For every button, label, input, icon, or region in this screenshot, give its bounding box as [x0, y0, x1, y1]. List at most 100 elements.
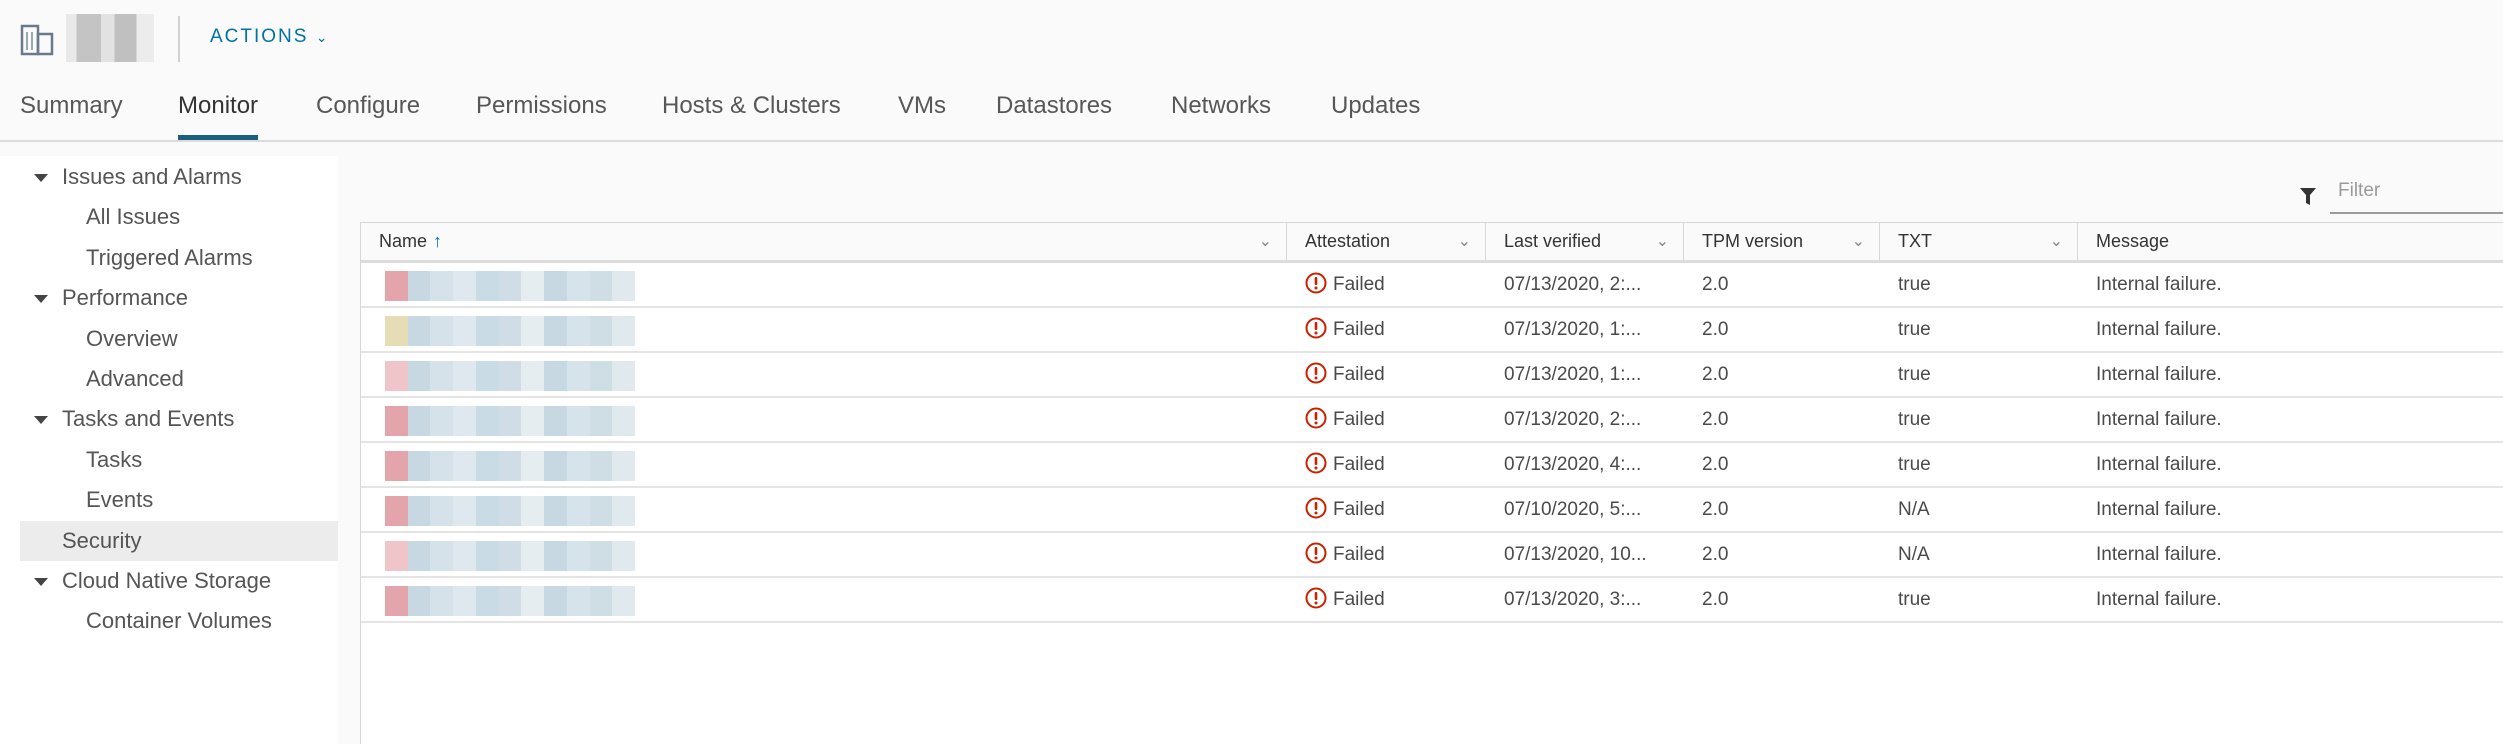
error-icon [1305, 362, 1327, 384]
tab-hosts-clusters[interactable]: Hosts & Clusters [662, 92, 841, 140]
column-label: Name [379, 231, 428, 251]
attestation-status: Failed [1333, 319, 1385, 340]
column-label: TPM version [1702, 231, 1804, 251]
sidebar-item-label: Issues and Alarms [62, 164, 242, 189]
sidebar-item-security[interactable]: Security [20, 520, 338, 561]
sidebar-item-label: Overview [86, 325, 178, 351]
chevron-down-icon[interactable]: ⌄ [2050, 223, 2063, 260]
filter-input[interactable] [2330, 176, 2490, 206]
caret-down-icon[interactable] [34, 416, 48, 425]
tab-configure[interactable]: Configure [316, 92, 420, 140]
error-icon [1305, 407, 1327, 429]
host-name-redacted[interactable] [385, 271, 636, 301]
txt-cell: true [1898, 589, 1931, 610]
sidebar-item-triggered-alarms[interactable]: Triggered Alarms [0, 238, 338, 278]
chevron-down-icon[interactable]: ⌄ [1259, 223, 1272, 260]
security-panel: Name↑ ⌄ Attestation ⌄ Last verified ⌄ TPM v… [360, 156, 2503, 744]
host-name-redacted[interactable] [385, 586, 636, 616]
caret-down-icon[interactable] [34, 295, 48, 304]
divider [178, 16, 180, 62]
table-row[interactable]: Failed 07/13/2020, 2:... 2.0 true Internal f… [361, 263, 2503, 308]
chevron-down-icon[interactable]: ⌄ [1656, 223, 1669, 260]
column-header-attestation[interactable]: Attestation ⌄ [1287, 223, 1486, 260]
tab-networks[interactable]: Networks [1171, 92, 1271, 140]
sidebar-item-overview[interactable]: Overview [0, 319, 338, 359]
table-header: Name ↑ ⌄ Attestation ⌄ Last verified ⌄ TPM v… [361, 223, 2503, 263]
attestation-cell: Failed [1287, 263, 1385, 306]
sidebar-item-label: Advanced [86, 366, 184, 391]
sidebar-item-label: Container Volumes [86, 608, 272, 634]
table-row[interactable]: Failed 07/13/2020, 10... 2.0 N/A Internal fa… [361, 533, 2503, 578]
table-row[interactable]: Failed 07/13/2020, 3:... 2.0 true Internal f… [361, 578, 2503, 623]
chevron-down-icon[interactable]: ⌄ [1852, 223, 1865, 260]
tab-summary[interactable]: Summary [20, 92, 123, 140]
message-cell: Internal failure. [2096, 499, 2222, 520]
message-cell: Internal failure. [2096, 454, 2222, 475]
error-icon [1305, 452, 1327, 474]
sidebar-item-performance[interactable]: Performance [0, 278, 338, 318]
table-row[interactable]: Failed 07/13/2020, 2:... 2.0 true Internal f… [361, 398, 2503, 443]
table-row[interactable]: Failed 07/10/2020, 5:... 2.0 N/A Internal fa… [361, 488, 2503, 533]
column-header-txt[interactable]: TXT ⌄ [1880, 223, 2078, 260]
sidebar-item-label: Events [86, 487, 154, 513]
column-label: Attestation [1305, 231, 1391, 251]
host-name-redacted[interactable] [385, 496, 636, 526]
tab-updates[interactable]: Updates [1331, 92, 1420, 140]
actions-menu-button[interactable]: ACTIONS ⌄ [210, 26, 329, 48]
txt-cell: true [1898, 364, 1931, 385]
error-icon [1305, 542, 1327, 564]
attestation-cell: Failed [1287, 488, 1385, 531]
attestation-status: Failed [1333, 499, 1385, 520]
caret-down-icon[interactable] [34, 174, 48, 182]
column-header-tpm-version[interactable]: TPM version ⌄ [1684, 223, 1880, 260]
sidebar-item-label: Tasks [86, 446, 143, 472]
chevron-down-icon[interactable]: ⌄ [1458, 223, 1471, 260]
sidebar-item-cloud-native-storage[interactable]: Cloud Native Storage [0, 561, 338, 601]
tpm-version-cell: 2.0 [1702, 499, 1729, 520]
security-table: Name ↑ ⌄ Attestation ⌄ Last verified ⌄ TPM v… [360, 222, 2503, 744]
message-cell: Internal failure. [2096, 589, 2222, 610]
error-icon [1305, 497, 1327, 519]
tab-datastores[interactable]: Datastores [996, 92, 1112, 140]
tab-monitor[interactable]: Monitor [178, 92, 259, 140]
sidebar-item-issues-and-alarms[interactable]: Issues and Alarms [0, 157, 338, 197]
message-cell: Internal failure. [2096, 544, 2222, 565]
sidebar-item-container-volumes[interactable]: Container Volumes [0, 601, 338, 641]
attestation-cell: Failed [1287, 533, 1385, 576]
sidebar-item-tasks[interactable]: Tasks [0, 440, 338, 480]
txt-cell: true [1898, 319, 1931, 340]
tab-vms[interactable]: VMs [898, 92, 946, 140]
host-name-redacted[interactable] [385, 406, 636, 436]
last-verified-cell: 07/13/2020, 10... [1504, 544, 1647, 565]
host-name-redacted[interactable] [385, 361, 636, 391]
tpm-version-cell: 2.0 [1702, 319, 1729, 340]
host-name-redacted[interactable] [385, 316, 636, 346]
sidebar-item-advanced[interactable]: Advanced [0, 359, 338, 399]
host-name-redacted[interactable] [385, 541, 636, 571]
attestation-status: Failed [1333, 274, 1385, 295]
table-row[interactable]: Failed 07/13/2020, 4:... 2.0 true Internal f… [361, 443, 2503, 488]
column-label: TXT [1898, 231, 1932, 251]
txt-cell: N/A [1898, 499, 1930, 520]
filter-icon [2300, 188, 2316, 205]
table-row[interactable]: Failed 07/13/2020, 1:... 2.0 true Internal f… [361, 308, 2503, 353]
sidebar-item-label: All Issues [86, 204, 181, 230]
attestation-status: Failed [1333, 454, 1385, 475]
last-verified-cell: 07/13/2020, 4:... [1504, 454, 1642, 475]
sidebar-item-events[interactable]: Events [0, 480, 338, 520]
txt-cell: N/A [1898, 544, 1930, 565]
sidebar-item-tasks-and-events[interactable]: Tasks and Events [0, 399, 338, 439]
tab-permissions[interactable]: Permissions [476, 92, 607, 140]
column-header-message[interactable]: Message [2078, 223, 2503, 260]
table-row[interactable]: Failed 07/13/2020, 1:... 2.0 true Internal f… [361, 353, 2503, 398]
column-header-name[interactable]: Name ↑ ⌄ [361, 223, 1287, 260]
tpm-version-cell: 2.0 [1702, 454, 1729, 475]
last-verified-cell: 07/13/2020, 1:... [1504, 364, 1642, 385]
sidebar-item-all-issues[interactable]: All Issues [0, 197, 338, 237]
caret-down-icon[interactable] [34, 578, 48, 586]
column-header-last-verified[interactable]: Last verified ⌄ [1486, 223, 1684, 260]
error-icon [1305, 272, 1327, 294]
sidebar-item-label: Triggered Alarms [86, 244, 253, 270]
host-name-redacted[interactable] [385, 451, 636, 481]
attestation-cell: Failed [1287, 308, 1385, 351]
